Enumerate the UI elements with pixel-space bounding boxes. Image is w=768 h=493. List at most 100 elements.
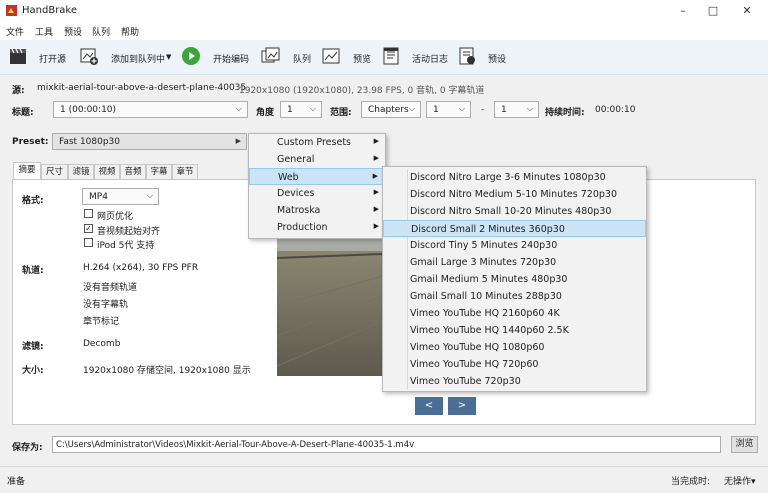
- preset-menu-general[interactable]: General ▶: [249, 151, 385, 168]
- preset-select[interactable]: Fast 1080p30 ▶: [52, 133, 247, 150]
- tab-dimensions[interactable]: 尺寸: [41, 164, 68, 179]
- start-encode-button[interactable]: 开始编码: [213, 52, 249, 65]
- presets-icon[interactable]: [457, 46, 477, 66]
- menu-item-label: Web: [278, 172, 299, 183]
- close-button[interactable]: ✕: [730, 0, 764, 22]
- menu-tools[interactable]: 工具: [35, 25, 53, 38]
- menu-item-label: Discord Nitro Medium 5-10 Minutes 720p30: [410, 189, 617, 200]
- web-preset-item[interactable]: Vimeo YouTube HQ 720p60: [383, 356, 646, 373]
- range-end-select[interactable]: 1 ⌵: [494, 101, 539, 118]
- menu-bar: 文件 工具 预设 队列 帮助: [0, 22, 768, 40]
- chevron-right-icon: ▶: [373, 205, 379, 213]
- filters-label: 滤镜:: [22, 342, 44, 352]
- next-preview-button[interactable]: >: [448, 397, 476, 415]
- queue-icon[interactable]: [261, 46, 281, 66]
- web-preset-item[interactable]: Vimeo YouTube HQ 1440p60 2.5K: [383, 322, 646, 339]
- tab-filters[interactable]: 滤镜: [68, 164, 94, 179]
- track-video: H.264 (x264), 30 FPS PFR: [83, 263, 199, 273]
- preset-menu-matroska[interactable]: Matroska ▶: [249, 202, 385, 219]
- range-dash: -: [481, 105, 485, 115]
- tab-video[interactable]: 视频: [94, 164, 120, 179]
- when-done-select[interactable]: 无操作▾: [724, 474, 756, 487]
- menu-help[interactable]: 帮助: [121, 25, 139, 38]
- menu-item-label: Gmail Large 3 Minutes 720p30: [410, 257, 557, 268]
- activity-log-button[interactable]: 活动日志: [412, 52, 448, 65]
- chevron-down-icon: ⌵: [309, 104, 316, 113]
- menu-presets[interactable]: 预设: [64, 25, 82, 38]
- clapperboard-icon[interactable]: [8, 46, 28, 66]
- activity-log-icon[interactable]: [381, 46, 401, 66]
- track-audio: 没有音频轨道: [83, 283, 138, 293]
- preset-menu-web[interactable]: Web ▶: [249, 168, 385, 185]
- range-label: 范围:: [330, 108, 352, 118]
- range-type-value: Chapters: [368, 105, 409, 115]
- chevron-right-icon: ▶: [373, 154, 379, 162]
- preset-menu-custom-presets[interactable]: Custom Presets ▶: [249, 134, 385, 151]
- tab-audio[interactable]: 音频: [120, 164, 146, 179]
- preset-menu-devices[interactable]: Devices ▶: [249, 185, 385, 202]
- angle-select-value: 1: [287, 105, 293, 115]
- menu-item-label: Vimeo YouTube HQ 2160p60 4K: [410, 308, 560, 319]
- track-chapters: 章节标记: [83, 317, 120, 327]
- chevron-right-icon: ▶: [373, 137, 379, 145]
- save-path-input[interactable]: C:\Users\Administrator\Videos\Mixkit-Aer…: [52, 436, 721, 453]
- tracks-label: 轨道:: [22, 266, 44, 276]
- web-presets-submenu: Discord Nitro Large 3-6 Minutes 1080p30 …: [382, 166, 647, 392]
- chevron-right-icon: ▶: [235, 137, 241, 145]
- web-preset-item[interactable]: Discord Nitro Small 10-20 Minutes 480p30: [383, 203, 646, 220]
- web-preset-item[interactable]: Vimeo YouTube HQ 1080p60: [383, 339, 646, 356]
- angle-select[interactable]: 1 ⌵: [280, 101, 322, 118]
- menu-file[interactable]: 文件: [6, 25, 24, 38]
- align-av-checkbox[interactable]: ✓: [84, 224, 93, 233]
- minimize-button[interactable]: –: [666, 0, 700, 22]
- preset-label: Preset:: [12, 137, 49, 147]
- source-label: 源:: [12, 86, 25, 96]
- menu-item-label: Matroska: [277, 205, 321, 216]
- filters-value: Decomb: [83, 339, 121, 349]
- duration-value: 00:00:10: [595, 105, 636, 115]
- add-to-queue-button[interactable]: 添加到队列中: [111, 52, 165, 65]
- ipod-support-checkbox[interactable]: [84, 238, 93, 247]
- range-start-select[interactable]: 1 ⌵: [426, 101, 471, 118]
- preview-button[interactable]: 预览: [353, 52, 371, 65]
- browse-button[interactable]: 浏览: [731, 436, 758, 453]
- add-to-queue-icon[interactable]: [79, 46, 99, 66]
- web-preset-item[interactable]: Discord Nitro Large 3-6 Minutes 1080p30: [383, 169, 646, 186]
- preset-menu-production[interactable]: Production ▶: [249, 219, 385, 236]
- preview-icon[interactable]: [321, 46, 341, 66]
- status-bar: [0, 466, 768, 493]
- menu-item-label: Devices: [277, 188, 315, 199]
- open-source-button[interactable]: 打开源: [39, 52, 66, 65]
- menu-item-label: Discord Tiny 5 Minutes 240p30: [410, 240, 558, 251]
- presets-button[interactable]: 预设: [488, 52, 506, 65]
- previous-preview-button[interactable]: <: [415, 397, 443, 415]
- chevron-right-icon: ▶: [373, 188, 379, 196]
- chevron-right-icon: ▶: [372, 172, 378, 180]
- web-preset-item[interactable]: Gmail Small 10 Minutes 288p30: [383, 288, 646, 305]
- add-to-queue-dropdown-arrow[interactable]: ▼: [166, 53, 171, 61]
- web-preset-item-highlighted[interactable]: Discord Small 2 Minutes 360p30: [383, 220, 646, 237]
- web-preset-item[interactable]: Gmail Large 3 Minutes 720p30: [383, 254, 646, 271]
- web-preset-item[interactable]: Discord Tiny 5 Minutes 240p30: [383, 237, 646, 254]
- web-preset-item[interactable]: Vimeo YouTube HQ 2160p60 4K: [383, 305, 646, 322]
- tab-summary[interactable]: 摘要: [13, 162, 41, 180]
- title-select[interactable]: 1 (00:00:10) ⌵: [53, 101, 248, 118]
- menu-item-label: Gmail Medium 5 Minutes 480p30: [410, 274, 568, 285]
- play-icon[interactable]: [181, 46, 201, 66]
- menu-queue[interactable]: 队列: [92, 25, 110, 38]
- tab-subtitles[interactable]: 字幕: [146, 164, 172, 179]
- web-optimize-checkbox[interactable]: [84, 209, 93, 218]
- menu-item-label: Discord Small 2 Minutes 360p30: [411, 224, 565, 235]
- handbrake-app-icon: [6, 5, 17, 16]
- format-select[interactable]: MP4 ⌵: [82, 188, 159, 205]
- queue-button[interactable]: 队列: [293, 52, 311, 65]
- align-av-label: 音视频起始对齐: [97, 227, 161, 237]
- range-type-select[interactable]: Chapters ⌵: [361, 101, 421, 118]
- chevron-down-icon: ⌵: [526, 104, 533, 113]
- maximize-button[interactable]: □: [696, 0, 730, 22]
- web-optimize-label: 网页优化: [97, 212, 134, 222]
- web-preset-item[interactable]: Vimeo YouTube 720p30: [383, 373, 646, 390]
- web-preset-item[interactable]: Discord Nitro Medium 5-10 Minutes 720p30: [383, 186, 646, 203]
- web-preset-item[interactable]: Gmail Medium 5 Minutes 480p30: [383, 271, 646, 288]
- tab-chapters[interactable]: 章节: [172, 164, 198, 179]
